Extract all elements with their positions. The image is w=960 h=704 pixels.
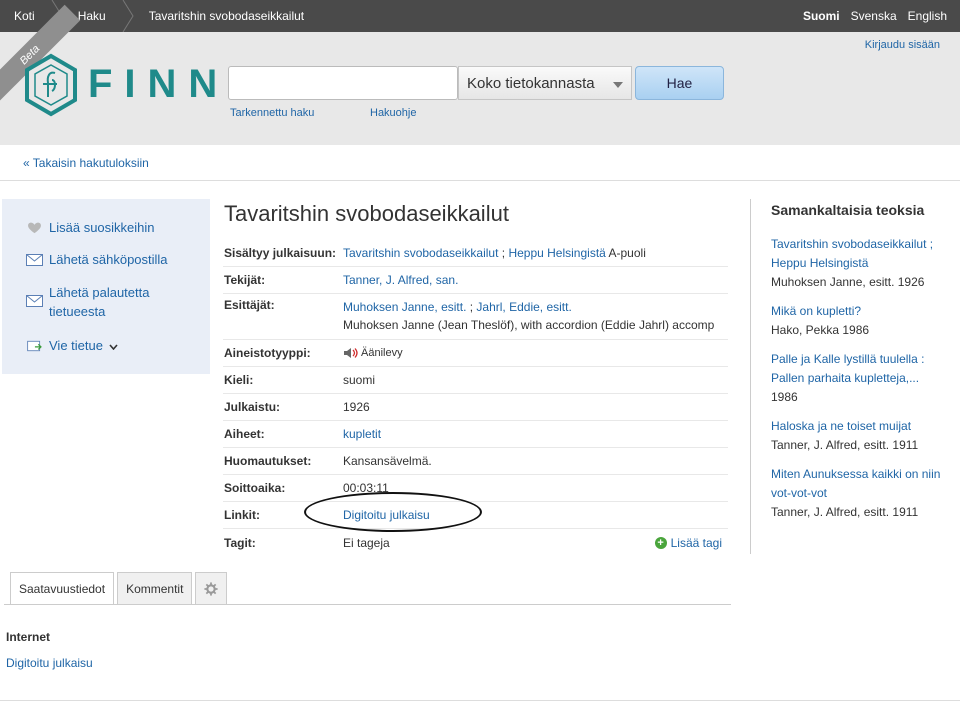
performer-link-2[interactable]: Jahrl, Eddie, esitt.	[476, 300, 571, 314]
chevron-down-icon	[613, 82, 623, 88]
lang-finnish[interactable]: Suomi	[803, 9, 840, 23]
similar-item-link[interactable]: Haloska ja ne toiset muijat	[771, 419, 911, 433]
similar-item-link[interactable]: Tavaritshin svobodaseikkailut ; Heppu He…	[771, 237, 933, 270]
detail-label: Kieli:	[224, 373, 254, 387]
similar-item-sub: Tanner, J. Alfred, esitt. 1911	[771, 505, 919, 519]
send-email-button[interactable]: Lähetä sähköpostilla	[26, 250, 168, 269]
included-in-link[interactable]: Tavaritshin svobodaseikkailut	[343, 246, 498, 260]
detail-row-authors: Tekijät: Tanner, J. Alfred, san.	[223, 267, 728, 294]
author-link[interactable]: Tanner, J. Alfred, san.	[343, 273, 458, 287]
performer-link[interactable]: Muhoksen Janne, esitt.	[343, 300, 466, 314]
detail-label: Julkaistu:	[224, 400, 281, 414]
similar-item-sub: 1986	[771, 390, 798, 404]
detail-label: Soittoaika:	[224, 481, 286, 495]
export-record-button[interactable]: Vie tietue	[26, 336, 118, 355]
similar-items-panel: Samankaltaisia teoksia Tavaritshin svobo…	[771, 202, 951, 532]
detail-label: Tagit:	[224, 535, 256, 550]
detail-row-language: Kieli: suomi	[223, 367, 728, 394]
chevron-down-icon	[109, 344, 118, 350]
divider	[0, 700, 960, 701]
add-tag-label: Lisää tagi	[670, 535, 722, 550]
record-actions-panel: Lisää suosikkeihin Lähetä sähköpostilla …	[2, 199, 210, 374]
format-value: Äänilevy	[361, 347, 403, 359]
plus-icon: +	[654, 536, 667, 549]
detail-row-tags: Tagit: Ei tageja + Lisää tagi	[223, 529, 728, 556]
detail-row-duration: Soittoaika: 00:03:11	[223, 475, 728, 502]
site-header: Beta FINNA Koko tietokannasta Hae Tarken…	[0, 4, 960, 145]
detail-label: Aiheet:	[224, 427, 265, 441]
performer-note: Muhoksen Janne (Jean Theslöf), with acco…	[343, 318, 715, 332]
envelope-icon	[26, 254, 43, 266]
divider	[750, 199, 751, 554]
search-help-link[interactable]: Hakuohje	[370, 107, 416, 119]
detail-label: Sisältyy julkaisuun:	[224, 246, 337, 260]
add-favorite-button[interactable]: Lisää suosikkeihin	[26, 218, 155, 237]
similar-item: Tavaritshin svobodaseikkailut ; Heppu He…	[771, 235, 951, 292]
detail-label: Esittäjät:	[224, 298, 275, 312]
similar-item: Miten Aunuksessa kaikki on niin vot-vot-…	[771, 465, 951, 522]
export-record-label: Vie tietue	[49, 338, 103, 353]
breadcrumb-current: Tavaritshin svobodaseikkailut	[148, 9, 305, 23]
export-icon	[27, 340, 42, 352]
lang-english[interactable]: English	[908, 9, 947, 23]
similar-item-link[interactable]: Miten Aunuksessa kaikki on niin vot-vot-…	[771, 467, 940, 500]
tab-comments[interactable]: Kommentit	[117, 572, 193, 604]
search-scope-select[interactable]: Koko tietokannasta	[458, 66, 632, 100]
tab-underline	[4, 604, 731, 605]
detail-label: Aineistotyyppi:	[224, 346, 311, 360]
search-input[interactable]	[228, 66, 458, 100]
detail-row-subjects: Aiheet: kupletit	[223, 421, 728, 448]
similar-items-heading: Samankaltaisia teoksia	[771, 202, 925, 218]
send-feedback-button[interactable]: Lähetä palautetta tietueesta	[26, 283, 149, 321]
similar-item-link[interactable]: Palle ja Kalle lystillä tuulella : Palle…	[771, 352, 924, 385]
similar-item-sub: Tanner, J. Alfred, esitt. 1911	[771, 438, 919, 452]
detail-row-published: Julkaistu: 1926	[223, 394, 728, 421]
add-favorite-label: Lisää suosikkeihin	[49, 220, 155, 235]
lang-swedish[interactable]: Svenska	[851, 9, 897, 23]
holdings-heading: Internet	[6, 630, 51, 644]
divider	[0, 180, 960, 181]
detail-row-format: Aineistotyyppi: Äänilevy	[223, 340, 728, 367]
detail-row-notes: Huomautukset: Kansansävelmä.	[223, 448, 728, 475]
login-link[interactable]: Kirjaudu sisään	[865, 39, 940, 51]
heart-icon	[28, 222, 41, 234]
top-bar: Koti Haku Tavaritshin svobodaseikkailut …	[0, 0, 960, 32]
language-switcher: Suomi Svenska English	[803, 0, 947, 32]
similar-item-link[interactable]: Mikä on kupletti?	[771, 304, 861, 318]
detail-row-performers: Esittäjät: Muhoksen Janne, esitt. ; Jahr…	[223, 294, 728, 340]
detail-row-included: Sisältyy julkaisuun: Tavaritshin svoboda…	[223, 240, 728, 267]
speaker-icon	[344, 348, 358, 359]
detail-value: 1926	[343, 400, 370, 414]
similar-item-sub: Hako, Pekka 1986	[771, 323, 870, 337]
finna-logo-icon[interactable]	[23, 53, 79, 117]
subject-link[interactable]: kupletit	[343, 427, 381, 441]
send-email-label: Lähetä sähköpostilla	[49, 252, 168, 267]
send-feedback-label: Lähetä palautetta tietueesta	[49, 285, 150, 319]
holdings-link[interactable]: Digitoitu julkaisu	[6, 656, 93, 670]
detail-value: Tavaritshin svobodaseikkailut ; Heppu He…	[343, 246, 646, 260]
envelope-icon	[26, 295, 43, 307]
detail-value: Kansansävelmä.	[343, 454, 432, 468]
advanced-search-link[interactable]: Tarkennettu haku	[230, 107, 314, 119]
detail-label: Huomautukset:	[224, 454, 312, 468]
similar-item: Mikä on kupletti? Hako, Pekka 1986	[771, 302, 951, 340]
tab-holdings[interactable]: Saatavuustiedot	[10, 572, 115, 605]
search-scope-value: Koko tietokannasta	[467, 74, 595, 92]
included-in-link-2[interactable]: Heppu Helsingistä	[508, 246, 605, 260]
similar-item: Haloska ja ne toiset muijat Tanner, J. A…	[771, 417, 951, 455]
record-tabs: Saatavuustiedot Kommentit	[10, 572, 228, 605]
search-button[interactable]: Hae	[635, 66, 724, 100]
highlight-annotation-ellipse	[304, 492, 482, 532]
back-to-results-link[interactable]: « Takaisin hakutuloksiin	[23, 156, 149, 170]
similar-item: Palle ja Kalle lystillä tuulella : Palle…	[771, 350, 951, 407]
tab-staff-view[interactable]	[195, 572, 228, 604]
add-tag-button[interactable]: + Lisää tagi	[654, 535, 722, 550]
record-title: Tavaritshin svobodaseikkailut	[224, 201, 509, 226]
detail-value: suomi	[343, 373, 376, 387]
gear-icon	[204, 581, 218, 596]
detail-label: Tekijät:	[224, 273, 266, 287]
similar-item-sub: Muhoksen Janne, esitt. 1926	[771, 275, 925, 289]
